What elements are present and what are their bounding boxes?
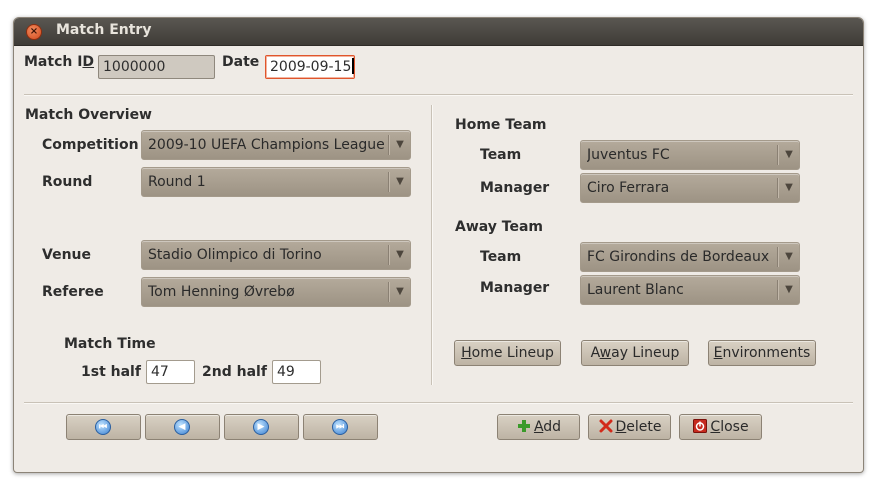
combo-separator: [388, 135, 390, 155]
combo-separator: [777, 280, 779, 300]
referee-label: Referee: [42, 284, 104, 300]
combo-separator: [388, 172, 390, 192]
text-caret: [352, 58, 354, 74]
away-manager-value: Laurent Blanc: [587, 282, 684, 298]
bottom-divider: [24, 402, 853, 404]
title-bar: × Match Entry: [14, 18, 863, 46]
match-id-label: Match ID: [24, 54, 95, 70]
away-lineup-button[interactable]: Away Lineup: [581, 340, 689, 366]
combo-separator: [388, 245, 390, 265]
away-manager-combo[interactable]: Laurent Blanc ▼: [580, 275, 800, 305]
home-manager-label: Manager: [480, 180, 550, 196]
home-team-combo[interactable]: Juventus FC ▼: [580, 140, 800, 170]
away-manager-label: Manager: [480, 280, 550, 296]
home-team-value: Juventus FC: [587, 147, 670, 163]
referee-combo[interactable]: Tom Henning Øvrebø ▼: [141, 277, 411, 307]
competition-value: 2009-10 UEFA Champions League Gr: [148, 137, 390, 153]
match-id-field[interactable]: 1000000: [98, 55, 215, 79]
chevron-down-icon: ▼: [785, 251, 793, 262]
home-team-heading: Home Team: [455, 117, 547, 133]
away-team-combo[interactable]: FC Girondins de Bordeaux ▼: [580, 242, 800, 272]
combo-separator: [388, 282, 390, 302]
column-divider: [431, 105, 433, 385]
previous-record-icon: ◀: [174, 419, 190, 435]
close-icon: [693, 419, 708, 433]
match-entry-window: × Match Entry Match ID 1000000 Date 2009…: [13, 17, 864, 473]
home-manager-combo[interactable]: Ciro Ferrara ▼: [580, 173, 800, 203]
round-label: Round: [42, 174, 93, 190]
chevron-down-icon: ▼: [785, 149, 793, 160]
delete-icon: [599, 419, 612, 433]
chevron-down-icon: ▼: [396, 286, 404, 297]
close-button[interactable]: Close: [679, 414, 762, 440]
match-time-heading: Match Time: [64, 336, 156, 352]
chevron-down-icon: ▼: [396, 249, 404, 260]
home-lineup-button[interactable]: Home Lineup: [454, 340, 561, 366]
top-divider: [24, 94, 853, 96]
first-half-label: 1st half: [81, 364, 141, 380]
round-combo[interactable]: Round 1 ▼: [141, 167, 411, 197]
second-half-label: 2nd half: [202, 364, 267, 380]
combo-separator: [777, 145, 779, 165]
competition-label: Competition: [42, 137, 139, 153]
combo-separator: [777, 178, 779, 198]
first-half-field[interactable]: 47: [146, 360, 195, 384]
chevron-down-icon: ▼: [785, 182, 793, 193]
referee-value: Tom Henning Øvrebø: [148, 284, 295, 300]
next-record-button[interactable]: ▶: [224, 414, 299, 440]
next-record-icon: ▶: [253, 419, 269, 435]
chevron-down-icon: ▼: [396, 176, 404, 187]
away-team-heading: Away Team: [455, 219, 544, 235]
add-icon: [517, 420, 530, 432]
previous-record-button[interactable]: ◀: [145, 414, 220, 440]
environments-button[interactable]: Environments: [708, 340, 816, 366]
combo-separator: [777, 247, 779, 267]
add-button[interactable]: Add: [497, 414, 580, 440]
window-close-icon[interactable]: ×: [26, 24, 42, 40]
chevron-down-icon: ▼: [396, 139, 404, 150]
delete-button[interactable]: Delete: [588, 414, 671, 440]
home-manager-value: Ciro Ferrara: [587, 180, 670, 196]
chevron-down-icon: ▼: [785, 284, 793, 295]
venue-label: Venue: [42, 247, 91, 263]
venue-value: Stadio Olimpico di Torino: [148, 247, 322, 263]
second-half-field[interactable]: 49: [272, 360, 321, 384]
first-record-icon: ⏮: [95, 419, 111, 435]
away-team-label: Team: [480, 249, 522, 265]
venue-combo[interactable]: Stadio Olimpico di Torino ▼: [141, 240, 411, 270]
round-value: Round 1: [148, 174, 206, 190]
competition-combo[interactable]: 2009-10 UEFA Champions League Gr ▼: [141, 130, 411, 160]
date-field[interactable]: 2009-09-15: [265, 55, 355, 79]
away-team-value: FC Girondins de Bordeaux: [587, 249, 770, 265]
last-record-button[interactable]: ⏭: [303, 414, 378, 440]
first-record-button[interactable]: ⏮: [66, 414, 141, 440]
window-title: Match Entry: [56, 22, 152, 38]
last-record-icon: ⏭: [332, 419, 348, 435]
home-team-label: Team: [480, 147, 522, 163]
match-overview-heading: Match Overview: [25, 107, 152, 123]
date-label: Date: [222, 54, 260, 70]
